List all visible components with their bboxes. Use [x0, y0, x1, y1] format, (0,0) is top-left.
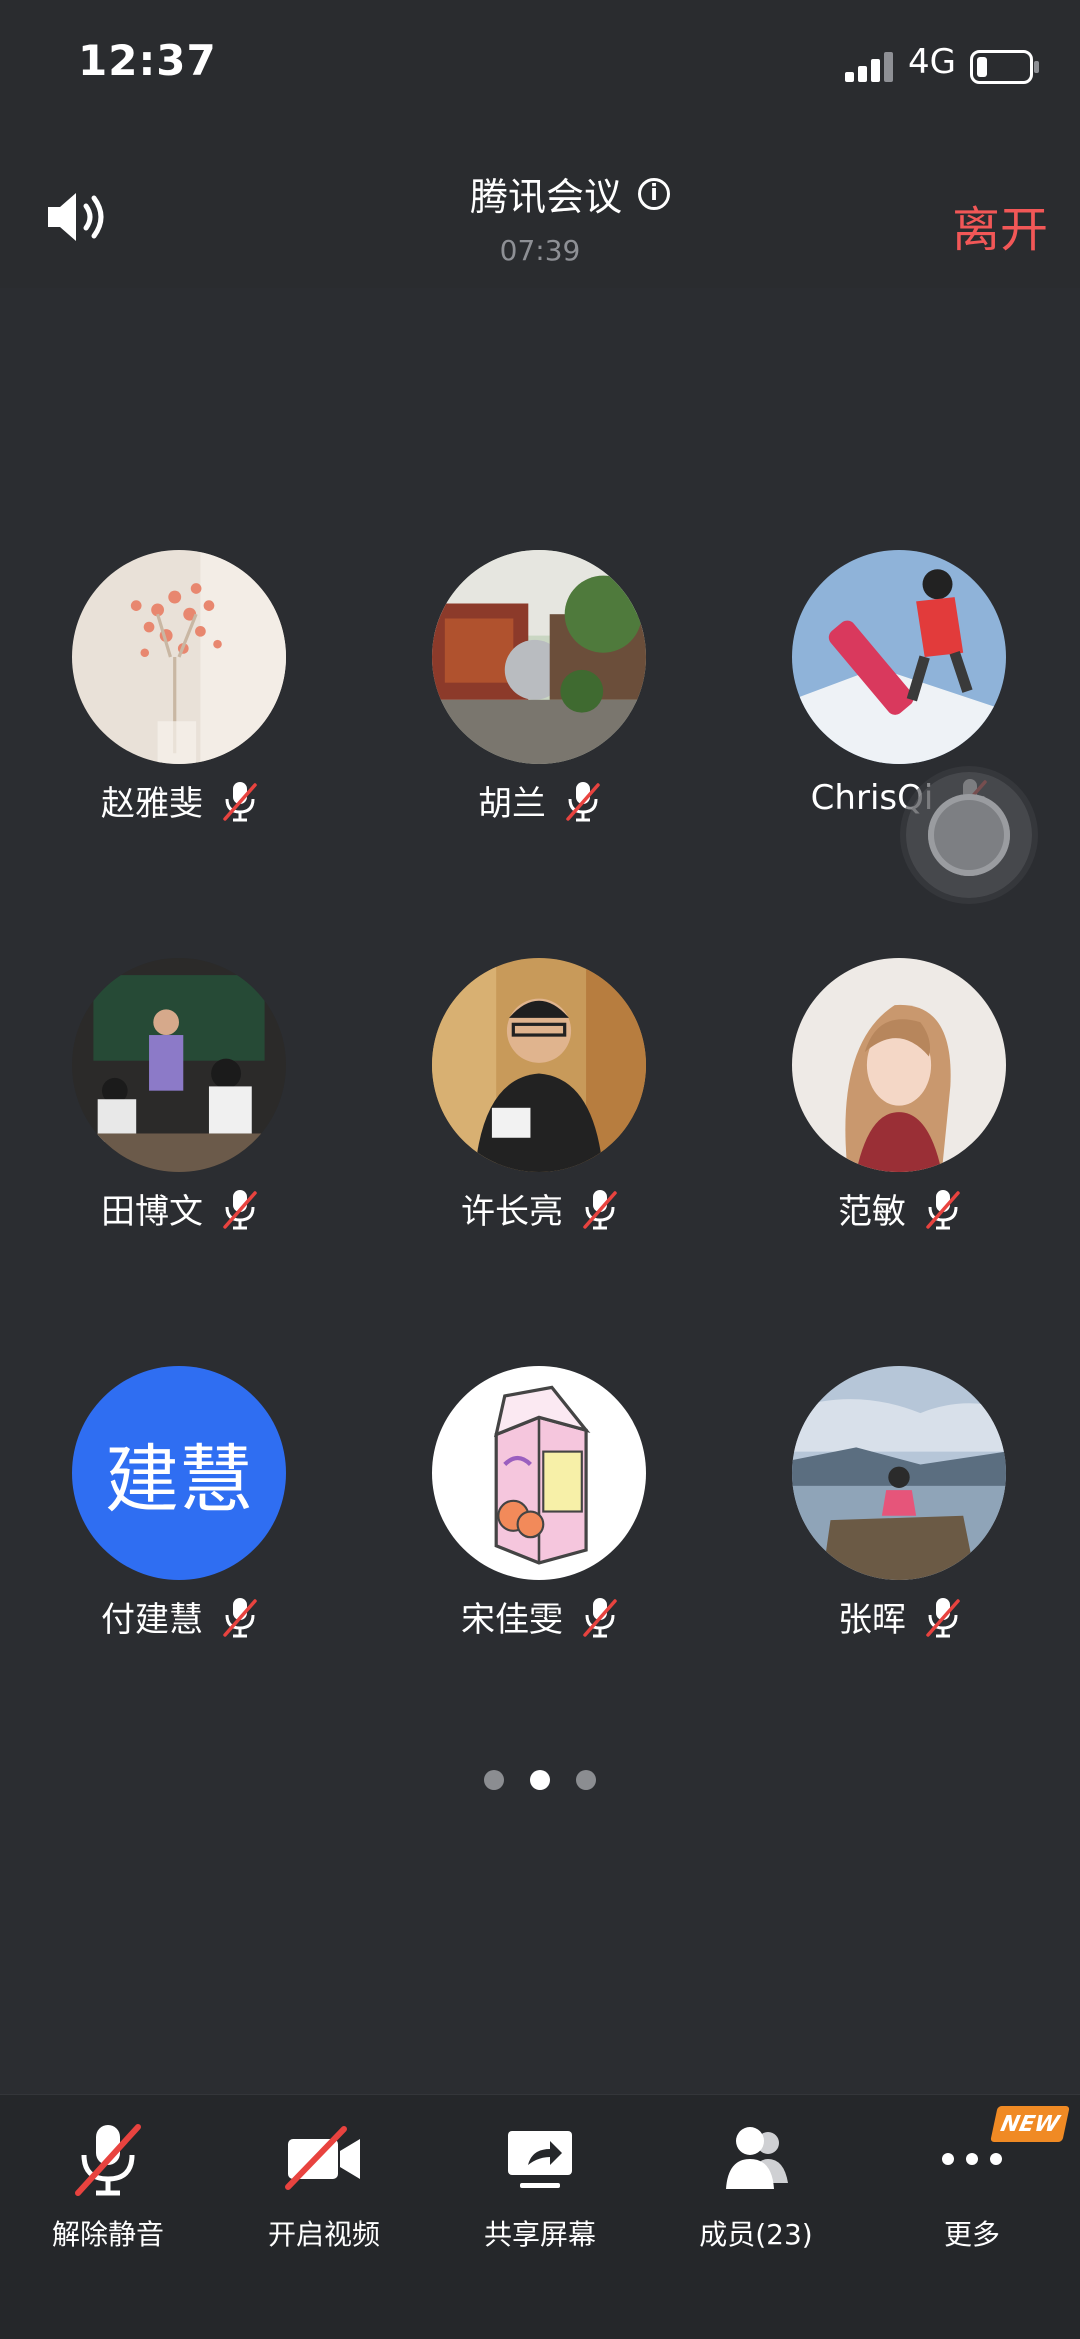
participant-name: 宋佳雯	[461, 1600, 563, 1640]
avatar	[72, 958, 286, 1172]
page-indicator	[0, 1770, 1080, 1790]
meeting-screen: 12:37 4G 腾讯会议 i 07:39 离开 赵雅斐 胡兰 ChrisQi …	[0, 0, 1080, 2339]
title-area: 腾讯会议 i	[0, 166, 1080, 221]
share-screen-button[interactable]: 共享屏幕	[432, 2119, 648, 2253]
mic-muted-icon	[583, 1189, 617, 1229]
share-screen-label: 共享屏幕	[483, 2218, 596, 2251]
network-type: 4G	[908, 42, 956, 82]
page-dot[interactable]	[484, 1770, 504, 1790]
meeting-header: 腾讯会议 i 07:39 离开	[0, 130, 1080, 288]
avatar-initials: 建慧	[105, 1436, 253, 1523]
participant-name: 许长亮	[461, 1192, 563, 1232]
participant-name: 田博文	[101, 1192, 203, 1232]
mic-muted-icon	[223, 781, 257, 821]
assistive-touch-button[interactable]	[906, 772, 1032, 898]
more-label: 更多	[943, 2218, 1000, 2251]
mic-muted-icon	[926, 1597, 960, 1637]
participant-name: 胡兰	[478, 784, 546, 824]
avatar	[792, 550, 1006, 764]
battery-icon	[970, 50, 1039, 84]
unmute-button[interactable]: 解除静音	[0, 2119, 216, 2253]
meeting-duration: 07:39	[499, 234, 581, 267]
avatar	[792, 958, 1006, 1172]
members-label: 成员(23)	[699, 2218, 813, 2251]
mic-muted-icon	[223, 1189, 257, 1229]
avatar: 建慧	[72, 1366, 286, 1580]
bottom-toolbar: 解除静音 开启视频 共享屏幕 成员(23) 更多	[0, 2094, 1080, 2339]
mic-muted-icon	[75, 2124, 141, 2196]
page-dot[interactable]	[576, 1770, 596, 1790]
new-badge: NEW	[990, 2106, 1070, 2142]
mic-muted-icon	[583, 1597, 617, 1637]
start-video-label: 开启视频	[267, 2218, 380, 2251]
video-off-icon	[285, 2126, 360, 2190]
avatar	[72, 550, 286, 764]
members-button[interactable]: 成员(23)	[648, 2119, 864, 2253]
share-screen-icon	[508, 2131, 572, 2188]
avatar	[792, 1366, 1006, 1580]
mic-muted-icon	[566, 781, 600, 821]
status-time: 12:37	[78, 36, 217, 85]
page-dot-active[interactable]	[530, 1770, 550, 1790]
meeting-title[interactable]: 腾讯会议	[470, 166, 622, 221]
members-icon	[726, 2127, 788, 2189]
avatar	[432, 958, 646, 1172]
info-icon[interactable]: i	[638, 177, 670, 210]
mic-muted-icon	[926, 1189, 960, 1229]
participant-name: 范敏	[838, 1192, 906, 1232]
avatar	[432, 1366, 646, 1580]
leave-button[interactable]: 离开	[952, 190, 1048, 260]
start-video-button[interactable]: 开启视频	[216, 2119, 432, 2253]
participant-name: 赵雅斐	[101, 784, 203, 824]
unmute-label: 解除静音	[51, 2218, 164, 2251]
mic-muted-icon	[223, 1597, 257, 1637]
participant-name: 张晖	[838, 1600, 906, 1640]
status-bar: 12:37 4G	[0, 0, 1080, 130]
avatar	[432, 550, 646, 764]
signal-icon	[845, 52, 893, 82]
participant-name: 付建慧	[101, 1600, 203, 1640]
